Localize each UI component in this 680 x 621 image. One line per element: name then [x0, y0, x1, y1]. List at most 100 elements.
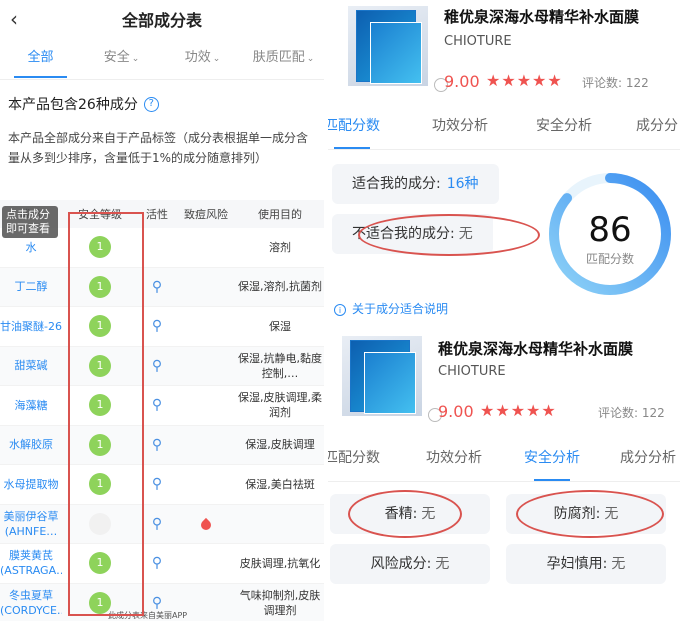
header-bar: ‹ 全部成分表 [0, 0, 324, 38]
tab-ingredient-analysis-2[interactable]: 成分分析 [620, 447, 676, 467]
ingredient-name[interactable]: 水解胶原 [0, 437, 62, 452]
product-card-2[interactable]: 稚优泉深海水母精华补水面膜 CHIOTURE 9.00 ★★★★★ 评论数: 1… [328, 334, 680, 432]
tab-skin-match[interactable]: 肤质匹配 ⌄ [243, 38, 324, 80]
back-arrow-icon[interactable]: ‹ [10, 7, 30, 31]
ingredient-name[interactable]: 水母提取物 [0, 477, 62, 492]
ingredient-name[interactable]: 膜荚黄芪(ASTRAGA… [0, 548, 62, 578]
analysis-tabs-2: 匹配分数 功效分析 安全分析 成分分析 [328, 432, 680, 482]
tab-all[interactable]: 全部 [0, 38, 81, 80]
review-count: 评论数: 122 [582, 76, 649, 90]
tab-match-score-2[interactable]: 匹配分数 [328, 447, 380, 467]
analysis-tabs: 匹配分数 功效分析 安全分析 成分分 [328, 100, 680, 150]
tab-ingredient-analysis[interactable]: 成分分 [636, 115, 678, 135]
risk-value: 无 [435, 556, 450, 572]
suitability-info-link[interactable]: i 关于成分适合说明 [334, 300, 448, 317]
tab-safety-analysis-2[interactable]: 安全分析 [524, 447, 580, 481]
product-card[interactable]: 稚优泉深海水母精华补水面膜 CHIOTURE 9.00 ★★★★★ 评论数: 1… [328, 0, 680, 100]
match-score-value: 86 [588, 210, 632, 250]
ingredient-list-panel: ‹ 全部成分表 全部 安全 ⌄ 功效 ⌄ 肤质匹配 ⌄ 本产品包含26种成分 ? 本产… [0, 0, 324, 621]
pregnancy-label: 孕妇慎用: [546, 556, 608, 572]
table-row[interactable]: 美丽伊谷草(AHNFE… ⚲ [0, 504, 324, 544]
table-row[interactable]: 膜荚黄芪(ASTRAGA… 1 ⚲ 皮肤调理,抗氧化 [0, 544, 324, 584]
purpose: 保湿,溶剂,抗菌剂 [238, 280, 322, 294]
molecule-icon: ⚲ [151, 397, 163, 414]
tab-safety-label: 安全 [103, 49, 130, 65]
match-score-label: 匹配分数 [585, 252, 634, 266]
info-icon: i [334, 304, 346, 316]
star-rating-icon: ★★★★★ [480, 401, 557, 420]
molecule-icon: ⚲ [151, 318, 163, 335]
header-purpose: 使用目的 [258, 208, 302, 221]
risk-item[interactable]: 风险成分: 无 [330, 544, 490, 584]
ingredient-count: 本产品包含26种成分 ? [8, 94, 324, 114]
source-description: 本产品全部成分来自于产品标签（成分表根据单一成分含量从多到少排序，含量低于1%的… [8, 131, 309, 165]
purpose: 保湿,美白祛斑 [245, 477, 315, 491]
suitable-count[interactable]: 适合我的成分: 16种 [332, 164, 499, 204]
risk-label: 风险成分: [370, 556, 432, 572]
product-score: 9.00 [444, 72, 480, 91]
page-title: 全部成分表 [121, 11, 202, 30]
tab-match-score[interactable]: 匹配分数 [328, 115, 380, 149]
table-row[interactable]: 水解胶原 1 ⚲ 保湿,皮肤调理 [0, 425, 324, 465]
tab-efficacy-analysis[interactable]: 功效分析 [432, 115, 488, 135]
ingredient-name[interactable]: 水 [0, 240, 62, 255]
molecule-icon: ⚲ [151, 476, 163, 493]
filter-tabs: 全部 安全 ⌄ 功效 ⌄ 肤质匹配 ⌄ [0, 38, 324, 80]
tab-skin-match-label: 肤质匹配 [252, 49, 305, 65]
purpose: 保湿 [269, 319, 291, 333]
annotation-ellipse [358, 214, 540, 256]
purpose: 溶剂 [269, 240, 291, 254]
ingredient-name[interactable]: 丁二醇 [0, 279, 62, 294]
table-row[interactable]: 丁二醇 1 ⚲ 保湿,溶剂,抗菌剂 [0, 267, 324, 307]
ingredient-name[interactable]: 海藻糖 [0, 398, 62, 413]
tooltip: 点击成分即可查看 [2, 206, 58, 238]
table-row[interactable]: 甜菜碱 1 ⚲ 保湿,抗静电,黏度控制,… [0, 346, 324, 386]
annotation-ellipse [516, 490, 664, 538]
annotation-ellipse [348, 490, 462, 538]
package-front [364, 352, 416, 414]
ingredient-name[interactable]: 甘油聚醚-26 [0, 319, 62, 334]
product-score-2: 9.00 [438, 402, 474, 421]
ingredient-name[interactable]: 美丽伊谷草(AHNFE… [0, 509, 62, 539]
drop-icon [200, 516, 212, 532]
match-section: 适合我的成分: 16种 不适合我的成分: 无 i 关于成分适合说明 86 匹配分数 [328, 150, 680, 334]
header-acne: 致痘风险 [184, 208, 228, 221]
tab-efficacy-analysis-2[interactable]: 功效分析 [426, 447, 482, 467]
table-row[interactable]: 甘油聚醚-26 1 ⚲ 保湿 [0, 307, 324, 347]
tab-safety[interactable]: 安全 ⌄ [81, 38, 162, 80]
tab-all-label: 全部 [27, 49, 54, 65]
question-icon[interactable]: ? [143, 96, 159, 112]
analysis-panel: 稚优泉深海水母精华补水面膜 CHIOTURE 9.00 ★★★★★ 评论数: 1… [328, 0, 680, 621]
molecule-icon: ⚲ [151, 357, 163, 374]
suitable-value: 16种 [446, 176, 479, 192]
screenshot-composite: ‹ 全部成分表 全部 安全 ⌄ 功效 ⌄ 肤质匹配 ⌄ 本产品包含26种成分 ? 本产… [0, 0, 680, 621]
purpose: 保湿,抗静电,黏度控制,… [238, 351, 322, 380]
suitable-label: 适合我的成分: [352, 176, 441, 192]
chevron-down-icon: ⌄ [306, 53, 315, 64]
purpose: 保湿,皮肤调理 [245, 438, 315, 452]
tab-efficacy[interactable]: 功效 ⌄ [162, 38, 243, 80]
acne-cell [176, 516, 236, 532]
chevron-down-icon: ⌄ [131, 53, 140, 64]
ingredient-name[interactable]: 冬虫夏草(CORDYCE… [0, 588, 62, 618]
product-image-2 [342, 336, 442, 422]
product-title-2: 稚优泉深海水母精华补水面膜 [438, 340, 634, 358]
molecule-icon: ⚲ [151, 594, 163, 611]
review-count-2: 评论数: 122 [598, 406, 665, 420]
package-front [370, 22, 422, 84]
tab-safety-analysis[interactable]: 安全分析 [536, 115, 592, 135]
suitability-info-text: 关于成分适合说明 [352, 302, 449, 316]
product-title: 稚优泉深海水母精华补水面膜 [444, 8, 640, 26]
molecule-icon: ⚲ [151, 278, 163, 295]
pregnancy-item[interactable]: 孕妇慎用: 无 [506, 544, 666, 584]
molecule-icon: ⚲ [151, 555, 163, 572]
purpose: 保湿,皮肤调理,柔润剂 [238, 391, 322, 420]
tab-efficacy-label: 功效 [184, 49, 211, 65]
purpose: 皮肤调理,抗氧化 [239, 556, 321, 570]
annotation-box [68, 212, 144, 616]
ingredient-name[interactable]: 甜菜碱 [0, 358, 62, 373]
table-row[interactable]: 水母提取物 1 ⚲ 保湿,美白祛斑 [0, 465, 324, 505]
table-row[interactable]: 海藻糖 1 ⚲ 保湿,皮肤调理,柔润剂 [0, 386, 324, 426]
chevron-down-icon: ⌄ [212, 53, 221, 64]
ingredient-count-text: 本产品包含26种成分 [8, 97, 138, 113]
